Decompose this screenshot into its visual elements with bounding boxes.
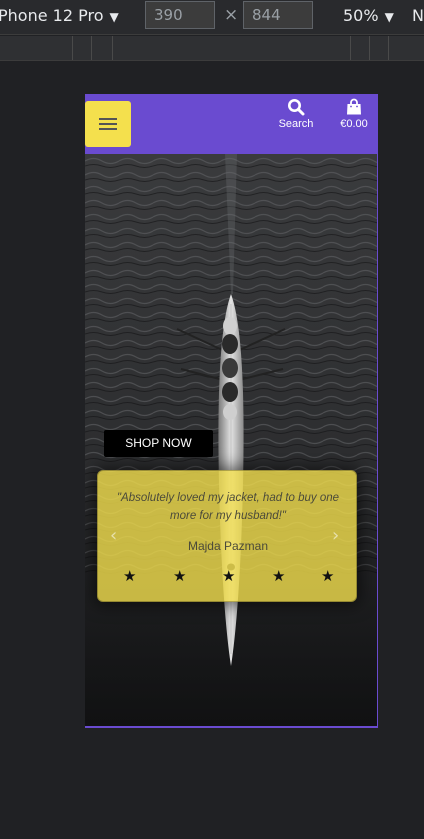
search-label: Search [278, 118, 314, 130]
ruler-segment[interactable] [369, 36, 370, 60]
shopping-bag-icon [347, 98, 361, 115]
search-icon [288, 99, 305, 116]
testimonial-author: Majda Pazman [187, 539, 269, 553]
cart-link[interactable]: €0.00 [333, 98, 375, 130]
testimonial-card: "Absolutely loved my jacket, had to buy … [97, 470, 357, 602]
zoom-value: 50% [343, 6, 379, 25]
ruler-segment[interactable] [112, 36, 113, 60]
cart-total: €0.00 [340, 118, 368, 130]
star-icon: ★ [173, 567, 187, 585]
zoom-select[interactable]: 50% ▼ [343, 4, 394, 29]
width-input[interactable]: 390 [145, 1, 215, 29]
shop-now-button[interactable]: SHOP NOW [104, 430, 213, 457]
star-rating: ★ ★ ★ ★ ★ [98, 567, 358, 587]
throttle-select[interactable]: N [412, 4, 424, 28]
menu-button[interactable] [85, 101, 131, 147]
device-dropdown-caret-icon: ▼ [109, 10, 119, 24]
site-header: Search €0.00 [85, 94, 377, 154]
dimension-separator: × [224, 5, 239, 25]
ruler-segment[interactable] [72, 36, 73, 60]
search-link[interactable]: Search [274, 98, 318, 130]
ruler-segment[interactable] [388, 36, 389, 60]
device-name: Phone 12 Pro [0, 6, 104, 25]
star-icon: ★ [272, 567, 286, 585]
star-icon: ★ [321, 567, 335, 585]
zoom-dropdown-caret-icon: ▼ [384, 10, 394, 24]
star-icon: ★ [222, 567, 236, 585]
device-select[interactable]: Phone 12 Pro ▼ [0, 4, 119, 28]
device-viewport: Search €0.00 SHOP NOW "Absolutely loved … [85, 94, 378, 728]
ruler-segment[interactable] [350, 36, 351, 60]
star-icon: ★ [123, 567, 137, 585]
media-query-ruler[interactable] [0, 36, 424, 61]
ruler-segment[interactable] [91, 36, 92, 60]
testimonial-quote: "Absolutely loved my jacket, had to buy … [116, 492, 340, 522]
hero-section: SHOP NOW "Absolutely loved my jacket, ha… [85, 154, 377, 726]
device-toolbar: Phone 12 Pro ▼ 390 × 844 50% ▼ N [0, 0, 424, 35]
height-input[interactable]: 844 [243, 1, 313, 29]
